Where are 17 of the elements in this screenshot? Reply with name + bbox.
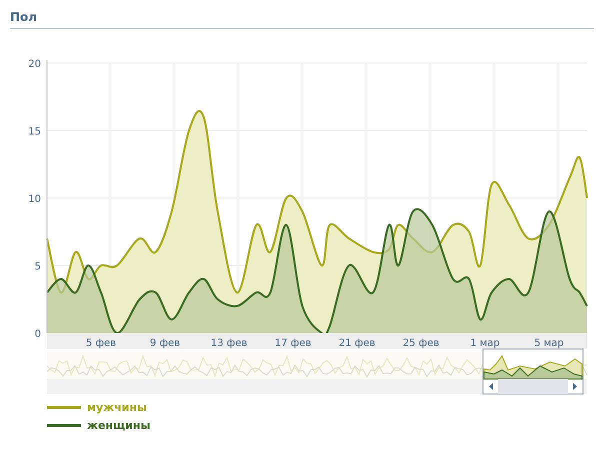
y-tick-label: 15	[28, 126, 41, 138]
legend-label: мужчины	[87, 401, 147, 414]
x-tick-label: 17 фев	[274, 338, 312, 349]
legend-label: женщины	[87, 419, 150, 432]
x-tick-label: 13 фев	[210, 338, 248, 349]
y-tick-label: 10	[28, 194, 41, 205]
x-tick-label: 1 мар	[470, 338, 500, 349]
section-title: Пол	[10, 10, 38, 24]
range-selector[interactable]	[482, 348, 584, 394]
x-tick-label: 5 фев	[86, 338, 116, 349]
x-tick-label: 9 фев	[150, 338, 180, 349]
x-tick-label: 5 мар	[534, 338, 564, 349]
y-tick-label: 0	[34, 329, 41, 340]
x-tick-label: 21 фев	[338, 338, 376, 349]
x-tick-label: 25 фев	[402, 338, 440, 349]
y-tick-label: 5	[34, 262, 41, 272]
y-tick-label: 20	[28, 59, 41, 70]
